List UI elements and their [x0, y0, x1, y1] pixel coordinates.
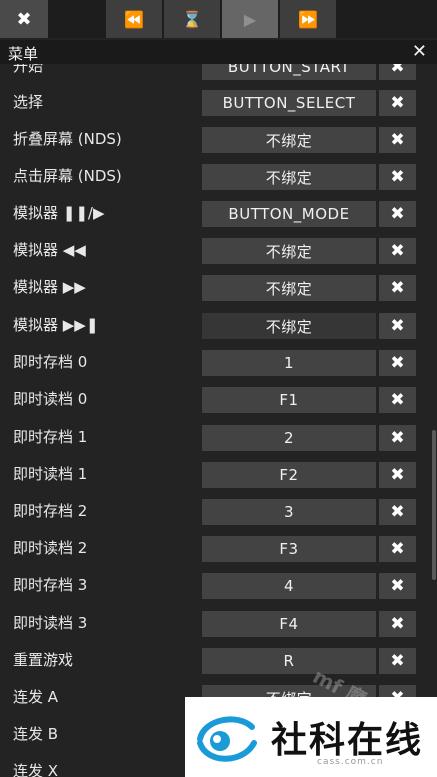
- clear-binding-icon[interactable]: ✖: [379, 90, 416, 116]
- binding-label: 即时读档 2: [13, 539, 88, 557]
- emulator-toolbar: ✖ ⏪ ⌛ ▶ ⏩: [0, 0, 437, 38]
- binding-value-button[interactable]: 不绑定: [202, 238, 376, 264]
- binding-label: 即时存档 2: [13, 502, 88, 520]
- binding-label: 连发 B: [13, 725, 59, 743]
- binding-value-button[interactable]: 1: [202, 350, 376, 376]
- binding-row-save-0: 即时存档 0 1 ✖: [0, 348, 437, 378]
- binding-value-button[interactable]: 2: [202, 425, 376, 451]
- binding-label: 模拟器 ◀◀: [13, 241, 86, 259]
- binding-row-save-1: 即时存档 1 2 ✖: [0, 423, 437, 453]
- binding-value-button[interactable]: BUTTON_MODE: [202, 201, 376, 227]
- clear-binding-icon[interactable]: ✖: [379, 611, 416, 637]
- binding-row-emu-rewind: 模拟器 ◀◀ 不绑定 ✖: [0, 236, 437, 266]
- binding-label: 折叠屏幕 (NDS): [13, 130, 122, 148]
- binding-label: 连发 X: [13, 762, 59, 777]
- binding-value-button[interactable]: BUTTON_SELECT: [202, 90, 376, 116]
- binding-row-reset: 重置游戏 R ✖: [0, 646, 437, 676]
- binding-value-button[interactable]: F2: [202, 462, 376, 488]
- binding-label: 模拟器 ▶▶❚: [13, 316, 99, 334]
- watermark-logo: 社科在线 cass.com.cn: [185, 697, 437, 777]
- binding-row-load-0: 即时读档 0 F1 ✖: [0, 385, 437, 415]
- binding-row-save-3: 即时存档 3 4 ✖: [0, 571, 437, 601]
- logo-name: 社科在线: [271, 720, 424, 761]
- logo-eye-icon: [197, 716, 257, 762]
- binding-label: 点击屏幕 (NDS): [13, 167, 122, 185]
- clear-binding-icon[interactable]: ✖: [379, 387, 416, 413]
- binding-row-emu-pause: 模拟器 ❚❚/▶ BUTTON_MODE ✖: [0, 199, 437, 229]
- binding-value-button[interactable]: 不绑定: [202, 275, 376, 301]
- binding-value-button[interactable]: 3: [202, 499, 376, 525]
- binding-label: 即时存档 0: [13, 353, 88, 371]
- play-icon[interactable]: ▶: [222, 0, 278, 38]
- clear-binding-icon[interactable]: ✖: [379, 313, 416, 339]
- clear-binding-icon[interactable]: ✖: [379, 275, 416, 301]
- clear-binding-icon[interactable]: ✖: [379, 573, 416, 599]
- close-icon[interactable]: ✖: [0, 0, 48, 38]
- binding-row-emu-fastforward: 模拟器 ▶▶ 不绑定 ✖: [0, 273, 437, 303]
- binding-value-button[interactable]: F3: [202, 536, 376, 562]
- clear-binding-icon[interactable]: ✖: [379, 462, 416, 488]
- clear-binding-icon[interactable]: ✖: [379, 536, 416, 562]
- binding-label: 即时存档 3: [13, 576, 88, 594]
- clear-binding-icon[interactable]: ✖: [379, 350, 416, 376]
- clear-binding-icon[interactable]: ✖: [379, 127, 416, 153]
- clear-binding-icon[interactable]: ✖: [379, 425, 416, 451]
- binding-label: 重置游戏: [13, 651, 74, 669]
- menu-title: 菜单: [8, 45, 39, 63]
- binding-row-load-3: 即时读档 3 F4 ✖: [0, 609, 437, 639]
- binding-label: 即时存档 1: [13, 428, 88, 446]
- clear-binding-icon[interactable]: ✖: [379, 648, 416, 674]
- clear-binding-icon[interactable]: ✖: [379, 499, 416, 525]
- binding-row-emu-step: 模拟器 ▶▶❚ 不绑定 ✖: [0, 311, 437, 341]
- clear-binding-icon[interactable]: ✖: [379, 201, 416, 227]
- menu-header: 菜单 ✕: [0, 40, 437, 64]
- binding-label: 即时读档 1: [13, 465, 88, 483]
- close-menu-icon[interactable]: ✕: [412, 41, 427, 62]
- binding-row-save-2: 即时存档 2 3 ✖: [0, 497, 437, 527]
- binding-label: 即时读档 3: [13, 614, 88, 632]
- hourglass-icon[interactable]: ⌛: [164, 0, 220, 38]
- binding-row-nds-tap: 点击屏幕 (NDS) 不绑定 ✖: [0, 162, 437, 192]
- binding-row-load-1: 即时读档 1 F2 ✖: [0, 460, 437, 490]
- logo-url: cass.com.cn: [317, 757, 384, 767]
- binding-label: 即时读档 0: [13, 390, 88, 408]
- binding-value-button[interactable]: F4: [202, 611, 376, 637]
- binding-label: 连发 A: [13, 688, 59, 706]
- binding-row-nds-fold: 折叠屏幕 (NDS) 不绑定 ✖: [0, 125, 437, 155]
- fast-forward-icon[interactable]: ⏩: [280, 0, 336, 38]
- clear-binding-icon[interactable]: ✖: [379, 238, 416, 264]
- binding-value-button[interactable]: F1: [202, 387, 376, 413]
- binding-value-button[interactable]: 不绑定: [202, 313, 376, 339]
- binding-label: 模拟器 ▶▶: [13, 278, 86, 296]
- binding-value-button[interactable]: 不绑定: [202, 164, 376, 190]
- binding-label: 选择: [13, 93, 44, 111]
- clear-binding-icon[interactable]: ✖: [379, 164, 416, 190]
- bindings-list: 开始 BUTTON_START ✖ 选择 BUTTON_SELECT ✖ 折叠屏…: [0, 0, 437, 777]
- binding-value-button[interactable]: 4: [202, 573, 376, 599]
- binding-row-select: 选择 BUTTON_SELECT ✖: [0, 88, 437, 118]
- rewind-icon[interactable]: ⏪: [106, 0, 162, 38]
- binding-row-load-2: 即时读档 2 F3 ✖: [0, 534, 437, 564]
- binding-value-button[interactable]: 不绑定: [202, 127, 376, 153]
- scrollbar-thumb[interactable]: [432, 430, 436, 580]
- binding-value-button[interactable]: R: [202, 648, 376, 674]
- binding-label: 模拟器 ❚❚/▶: [13, 204, 105, 222]
